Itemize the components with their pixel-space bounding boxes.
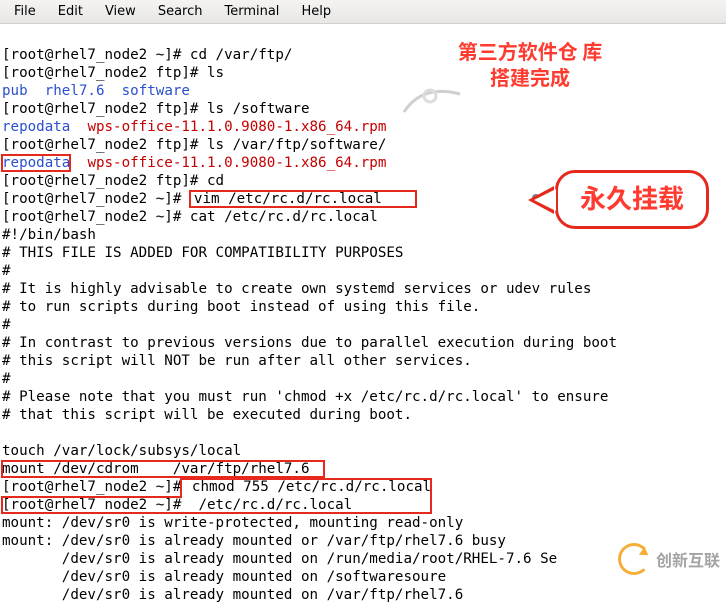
menubar: File Edit View Search Terminal Help [0,0,726,24]
cmd: cd /var/ftp/ [190,47,293,63]
cmd: ls /var/ftp/software/ [207,137,386,153]
menu-help[interactable]: Help [291,2,341,21]
menu-view[interactable]: View [95,2,146,21]
prompt: [root@rhel7_node2 ~]# [2,479,181,495]
mount-output: mount: /dev/sr0 is already mounted or /v… [2,533,506,549]
rclocal-line: # In contrast to previous versions due t… [2,335,617,351]
mount-output: /dev/sr0 is already mounted on /run/medi… [2,551,557,567]
prompt: [root@rhel7_node2 ~]# [2,497,181,513]
rclocal-line: # [2,317,11,333]
prompt: [root@rhel7_node2 ~]# [2,191,181,207]
rpm-wps: wps-office-11.1.0.9080-1.x86_64.rpm [87,119,386,135]
cmd: ls /software [207,101,310,117]
rclocal-mount-boxed: mount /dev/cdrom /var/ftp/rhel7.6 [2,461,324,477]
watermark-logo-icon [618,543,650,575]
menu-edit[interactable]: Edit [48,2,93,21]
rclocal-line: # this script will NOT be run after all … [2,353,472,369]
menu-search[interactable]: Search [148,2,213,21]
dir-pub: pub [2,83,28,99]
watermark: 创新互联 [618,543,720,575]
rclocal-line: # It is highly advisable to create own s… [2,281,591,297]
menu-file[interactable]: File [4,2,46,21]
prompt: [root@rhel7_node2 ftp]# [2,137,198,153]
rclocal-line: # [2,263,11,279]
dir-repodata: repodata [2,119,70,135]
prompt: [root@rhel7_node2 ftp]# [2,101,198,117]
watermark-text: 创新互联 [656,547,720,571]
cmd: cat /etc/rc.d/rc.local [190,209,378,225]
rpm-wps: wps-office-11.1.0.9080-1.x86_64.rpm [87,155,386,171]
menu-terminal[interactable]: Terminal [214,2,289,21]
prompt: [root@rhel7_node2 ftp]# [2,65,198,81]
rclocal-line: # THIS FILE IS ADDED FOR COMPATIBILITY P… [2,245,403,261]
cmd: ls [207,65,224,81]
cmd: cd [207,173,224,189]
annotation-repo-built: 第三方软件仓 库搭建完成 [455,38,605,90]
cmd-vim-rclocal: vim /etc/rc.d/rc.local [190,191,416,207]
mount-output: mount: /dev/sr0 is write-protected, moun… [2,515,463,531]
dir-repodata-boxed: repodata [2,155,70,171]
annotation-permanent-mount: 永久挂载 [555,170,709,229]
dir-rhel76: rhel7.6 [45,83,105,99]
rclocal-line: # to run scripts during boot instead of … [2,299,480,315]
rclocal-line: #!/bin/bash [2,227,96,243]
prompt: [root@rhel7_node2 ~]# [2,47,181,63]
prompt: [root@rhel7_node2 ftp]# [2,173,198,189]
rclocal-line: # [2,371,11,387]
terminal-output[interactable]: [root@rhel7_node2 ~]# cd /var/ftp/ [root… [0,24,726,606]
rclocal-line: # that this script will be executed duri… [2,407,412,423]
dir-software: software [122,83,190,99]
rclocal-line: # Please note that you must run 'chmod +… [2,389,608,405]
prompt: [root@rhel7_node2 ~]# [2,209,181,225]
rclocal-line: touch /var/lock/subsys/local [2,443,241,459]
mount-output: /dev/sr0 is already mounted on /var/ftp/… [2,587,463,603]
